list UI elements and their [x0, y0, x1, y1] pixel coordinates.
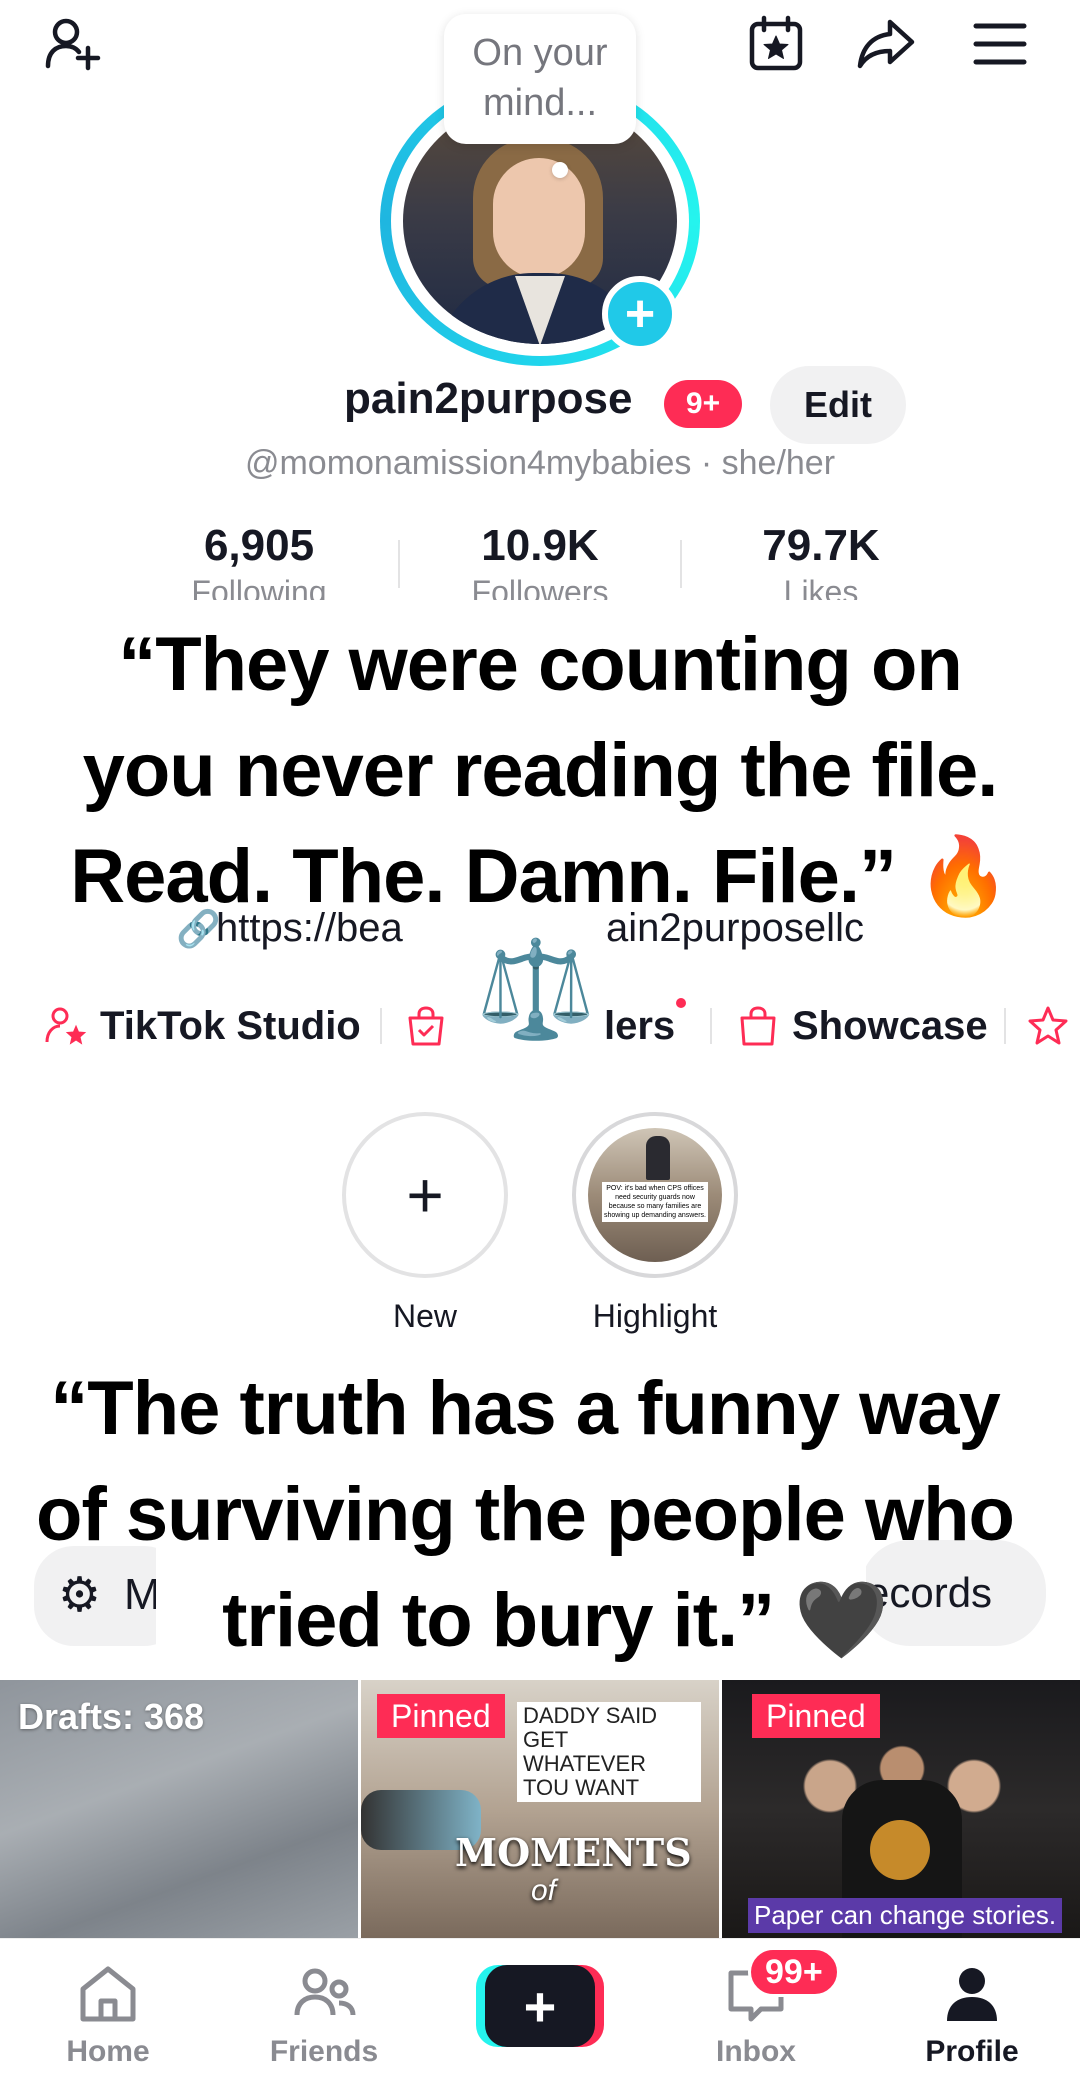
stat-divider [680, 540, 682, 588]
stat-followers-value: 10.9K [481, 521, 599, 570]
pinned-badge: Pinned [377, 1694, 505, 1738]
bottom-navigation: Home Friends + Inbox 99+ Profile [0, 1938, 1080, 2080]
orders-label: lers [604, 1003, 676, 1048]
stat-followers-label: Followers [471, 574, 609, 600]
menu-icon[interactable] [964, 8, 1036, 80]
stat-following[interactable]: 6,905 Following [124, 520, 394, 600]
stat-following-label: Following [191, 574, 327, 600]
edit-profile-button[interactable]: Edit [770, 366, 906, 444]
stat-following-value: 6,905 [203, 521, 315, 570]
quote-1-line-2: you never reading the file. [82, 728, 999, 813]
username: pain2purpose [344, 374, 633, 423]
new-highlight-label: New [392, 1298, 457, 1334]
overlay-quote-2: “The truth has a funny way of surviving … [20, 1356, 1030, 1674]
drafts-tile[interactable]: Drafts: 368 [0, 1680, 358, 1938]
nav-inbox-label: Inbox [716, 2035, 796, 2068]
quote-2-line-3: tried to bury it.” 🖤 [222, 1578, 889, 1663]
drafts-count: Drafts: 368 [18, 1696, 205, 1737]
create-button[interactable]: + [476, 1965, 604, 2047]
inbox-badge: 99+ [748, 1947, 840, 1997]
friends-icon [294, 1968, 356, 2016]
promote-icon [1028, 1006, 1068, 1045]
video-overlay-text: DADDY SAID GET WHATEVER TOU WANT [517, 1702, 701, 1802]
user-handle: @momonamission4mybabies · she/her [244, 444, 836, 482]
quote-2-line-2: of surviving the people who [36, 1472, 1015, 1557]
tool-divider [710, 1008, 712, 1044]
nav-profile-label: Profile [925, 2035, 1019, 2068]
home-icon [80, 1966, 136, 2022]
orders-notification-dot [676, 998, 686, 1008]
highlight-thumb-text: POV: it's bad when CPS offices need secu… [602, 1182, 708, 1222]
highlight-label: Highlight [592, 1298, 718, 1334]
orders-label-fragment[interactable]: lers [604, 996, 675, 1056]
add-story-button[interactable]: + [602, 276, 678, 352]
overlay-quote-1: “They were counting on you never reading… [30, 612, 1050, 930]
new-highlight-button[interactable]: + [342, 1112, 508, 1278]
stat-divider [398, 540, 400, 588]
quote-1-line-3: Read. The. Damn. File.” 🔥 [70, 834, 1011, 919]
nav-friends[interactable]: Friends [244, 1959, 404, 2070]
plus-icon: + [406, 1159, 444, 1231]
nav-friends-label: Friends [269, 2035, 379, 2068]
notification-badge[interactable]: 9+ [664, 380, 742, 428]
stat-likes[interactable]: 79.7K Likes [686, 520, 956, 600]
stat-likes-label: Likes [783, 574, 859, 600]
status-speech-bubble[interactable]: On your mind... [444, 14, 636, 144]
studio-label: TikTok Studio [100, 1003, 361, 1048]
pinned-badge: Pinned [752, 1694, 880, 1738]
tool-divider [1004, 1008, 1006, 1044]
nav-home-label: Home [66, 2035, 150, 2068]
orders-bag-icon [408, 1006, 444, 1046]
studio-icon [45, 1007, 87, 1045]
stat-followers[interactable]: 10.9K Followers [405, 520, 675, 600]
highlight-thumbnail: POV: it's bad when CPS offices need secu… [588, 1128, 722, 1262]
creator-tools-row: TikTok Studio lers Showcase [0, 996, 1080, 1056]
showcase-button[interactable]: Showcase [736, 996, 988, 1056]
speech-bubble-tail [552, 162, 568, 178]
profile-icon [947, 1968, 997, 2021]
highlight-item[interactable]: POV: it's bad when CPS offices need secu… [572, 1112, 738, 1278]
create-plus-icon: + [485, 1965, 595, 2047]
tool-divider [380, 1008, 382, 1044]
video-caption-strip: Paper can change stories. [748, 1898, 1063, 1933]
stat-likes-value: 79.7K [762, 521, 880, 570]
nav-home[interactable]: Home [28, 1959, 188, 2070]
shopping-bag-icon [740, 1006, 776, 1046]
video-tile[interactable]: Pinned Paper can change stories. [722, 1680, 1080, 1938]
share-icon[interactable] [850, 8, 922, 80]
video-title-text: MOMENTS [455, 1830, 692, 1875]
video-tile[interactable]: Pinned DADDY SAID GET WHATEVER TOU WANT … [361, 1680, 719, 1938]
add-friend-icon[interactable] [36, 8, 108, 80]
orders-button[interactable] [404, 996, 448, 1056]
video-title-of: of [531, 1874, 557, 1907]
showcase-label: Showcase [792, 1003, 988, 1048]
nav-profile[interactable]: Profile [892, 1959, 1052, 2070]
promote-button[interactable] [1026, 996, 1070, 1056]
quote-1-line-1: “They were counting on [118, 622, 963, 707]
tiktok-studio-button[interactable]: TikTok Studio [44, 996, 361, 1056]
quote-2-line-1: “The truth has a funny way [50, 1366, 1000, 1451]
calendar-star-icon[interactable] [740, 8, 812, 80]
